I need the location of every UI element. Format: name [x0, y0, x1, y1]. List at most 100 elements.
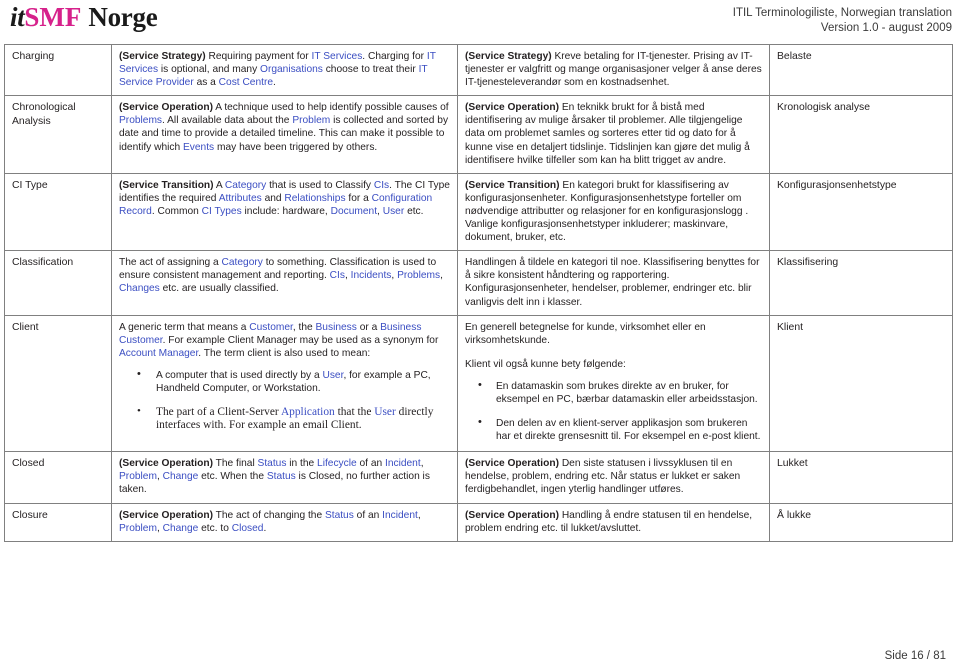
norwegian-definition-cell: (Service Operation) Den siste statusen i…	[457, 451, 770, 504]
document-title: ITIL Terminologiliste, Norwegian transla…	[732, 7, 952, 19]
glossary-link[interactable]: Problems	[119, 115, 162, 126]
definition-paragraph: (Service Operation) The final Status in …	[119, 458, 430, 496]
norwegian-term-cell: Klient	[769, 314, 953, 453]
glossary-link[interactable]: CI Types	[202, 206, 242, 217]
definition-paragraph: (Service Operation) Den siste statusen i…	[465, 458, 741, 496]
norwegian-term-cell: Belaste	[769, 43, 953, 97]
glossary-link[interactable]: Cost Centre	[219, 77, 273, 88]
header-title-block: ITIL Terminologiliste, Norwegian transla…	[733, 2, 952, 36]
process-context-label: (Service Operation)	[465, 102, 559, 114]
table-row: Charging (Service Strategy) Requiring pay…	[4, 43, 953, 97]
logo-norge: Norge	[88, 2, 158, 32]
definition-paragraph: (Service Operation) En teknikk brukt for…	[465, 102, 750, 166]
process-context-label: (Service Operation)	[119, 509, 213, 521]
glossary-link[interactable]: Status	[325, 510, 354, 521]
english-term-cell: Closed	[4, 451, 112, 504]
glossary-link[interactable]: IT Services	[312, 51, 363, 62]
glossary-link[interactable]: CIs	[330, 270, 345, 281]
glossary-link[interactable]: Status	[267, 471, 296, 482]
glossary-link[interactable]: Category	[225, 180, 266, 191]
itsmf-norge-logo: itSMF Norge	[10, 2, 158, 32]
glossary-link[interactable]: User	[383, 206, 405, 217]
norwegian-definition-cell: En generell betegnelse for kunde, virkso…	[457, 314, 770, 453]
table-row: Chronological Analysis (Service Operation…	[4, 95, 953, 174]
glossary-link[interactable]: Change	[163, 523, 199, 534]
norwegian-term-cell: Å lukke	[769, 502, 953, 542]
glossary-link[interactable]: Document	[331, 206, 377, 217]
definition-paragraph: Klient vil også kunne bety følgende:	[465, 358, 626, 370]
norwegian-definition-cell: (Service Strategy) Kreve betaling for IT…	[457, 43, 770, 97]
glossary-link[interactable]: CIs	[374, 180, 389, 191]
logo-smf: SMF	[24, 2, 82, 32]
glossary-table: Charging (Service Strategy) Requiring pay…	[4, 43, 953, 542]
norwegian-term-cell: Konfigurasjonsenhetstype	[769, 172, 953, 252]
definition-paragraph: (Service Transition) A Category that is …	[119, 179, 450, 217]
list-item: A computer that is used directly by a Us…	[119, 368, 450, 395]
glossary-link[interactable]: Problems	[397, 270, 440, 281]
english-term-cell: CI Type	[4, 172, 112, 252]
norwegian-definition-cell: (Service Operation) En teknikk brukt for…	[457, 95, 770, 174]
glossary-link[interactable]: Relationships	[284, 193, 345, 204]
definition-paragraph: (Service Operation) Handling å endre sta…	[465, 509, 753, 534]
glossary-link[interactable]: Incident	[382, 510, 418, 521]
table-row: CI Type (Service Transition) A Category t…	[4, 172, 953, 252]
glossary-link[interactable]: Incidents	[351, 270, 392, 281]
glossary-link[interactable]: User	[322, 370, 343, 381]
glossary-link[interactable]: Status	[258, 458, 287, 469]
norwegian-definition-cell: (Service Transition) En kategori brukt f…	[457, 172, 770, 252]
process-context-label: (Service Transition)	[119, 179, 214, 191]
glossary-table-body: Charging (Service Strategy) Requiring pay…	[4, 43, 953, 542]
glossary-link[interactable]: Organisations	[260, 64, 323, 75]
process-context-label: (Service Strategy)	[465, 51, 552, 62]
glossary-link[interactable]: Incident	[385, 458, 421, 469]
english-term-cell: Chronological Analysis	[4, 95, 112, 174]
process-context-label: (Service Operation)	[465, 458, 559, 470]
norwegian-term-cell: Lukket	[769, 451, 953, 504]
english-definition-cell: (Service Operation) The act of changing …	[111, 502, 458, 542]
definition-paragraph: En generell betegnelse for kunde, virkso…	[465, 321, 706, 346]
glossary-link[interactable]: Lifecycle	[317, 458, 357, 469]
english-term-cell: Classification	[4, 250, 112, 316]
list-item: En datamaskin som brukes direkte av en b…	[465, 379, 762, 406]
english-definition-cell: (Service Operation) The final Status in …	[111, 451, 458, 504]
glossary-link[interactable]: Problem	[292, 115, 330, 126]
glossary-link[interactable]: Closed	[232, 523, 264, 534]
glossary-link[interactable]: Problem	[119, 471, 157, 482]
glossary-link[interactable]: Problem	[119, 523, 157, 534]
process-context-label: (Service Operation)	[465, 509, 559, 521]
process-context-label: (Service Transition)	[465, 179, 560, 191]
glossary-link[interactable]: Customer	[249, 322, 293, 333]
list-item: The part of a Client-Server Application …	[119, 405, 450, 433]
glossary-link[interactable]: Attributes	[219, 193, 262, 204]
english-term-cell: Client	[4, 314, 112, 453]
definition-paragraph: (Service Strategy) Kreve betaling for IT…	[465, 51, 762, 89]
glossary-link[interactable]: Business	[316, 322, 357, 333]
definition-paragraph: (Service Strategy) Requiring payment for…	[119, 51, 436, 89]
glossary-link[interactable]: Changes	[119, 283, 160, 294]
glossary-link[interactable]: Category	[222, 257, 263, 268]
english-definition-cell: (Service Transition) A Category that is …	[111, 172, 458, 252]
english-definition-cell: (Service Operation) A technique used to …	[111, 95, 458, 174]
definition-bullet-list: En datamaskin som brukes direkte av en b…	[465, 379, 762, 443]
process-context-label: (Service Operation)	[119, 458, 213, 470]
english-definition-cell: (Service Strategy) Requiring payment for…	[111, 43, 458, 97]
glossary-link[interactable]: Change	[163, 471, 199, 482]
page-number: Side 16 / 81	[884, 650, 946, 662]
norwegian-definition-cell: Handlingen å tildele en kategori til noe…	[457, 250, 770, 316]
page-header: itSMF Norge ITIL Terminologiliste, Norweg…	[0, 0, 960, 44]
process-context-label: (Service Operation)	[119, 102, 213, 114]
english-term-cell: Charging	[4, 43, 112, 97]
glossary-link[interactable]: Events	[183, 142, 214, 153]
list-item: Den delen av en klient-server applikasjo…	[465, 416, 762, 443]
definition-paragraph: (Service Operation) The act of changing …	[119, 509, 421, 534]
page-footer: Side 16 / 81	[0, 650, 960, 662]
glossary-link[interactable]: Application	[281, 406, 335, 418]
table-row: Client A generic term that means a Custom…	[4, 314, 953, 453]
english-definition-cell: The act of assigning a Category to somet…	[111, 250, 458, 316]
glossary-link[interactable]: Account Manager	[119, 348, 198, 359]
definition-paragraph: (Service Operation) A technique used to …	[119, 102, 449, 153]
glossary-link[interactable]: User	[374, 406, 396, 418]
process-context-label: (Service Strategy)	[119, 51, 206, 62]
norwegian-definition-cell: (Service Operation) Handling å endre sta…	[457, 502, 770, 542]
table-row: Closed (Service Operation) The final Stat…	[4, 451, 953, 504]
